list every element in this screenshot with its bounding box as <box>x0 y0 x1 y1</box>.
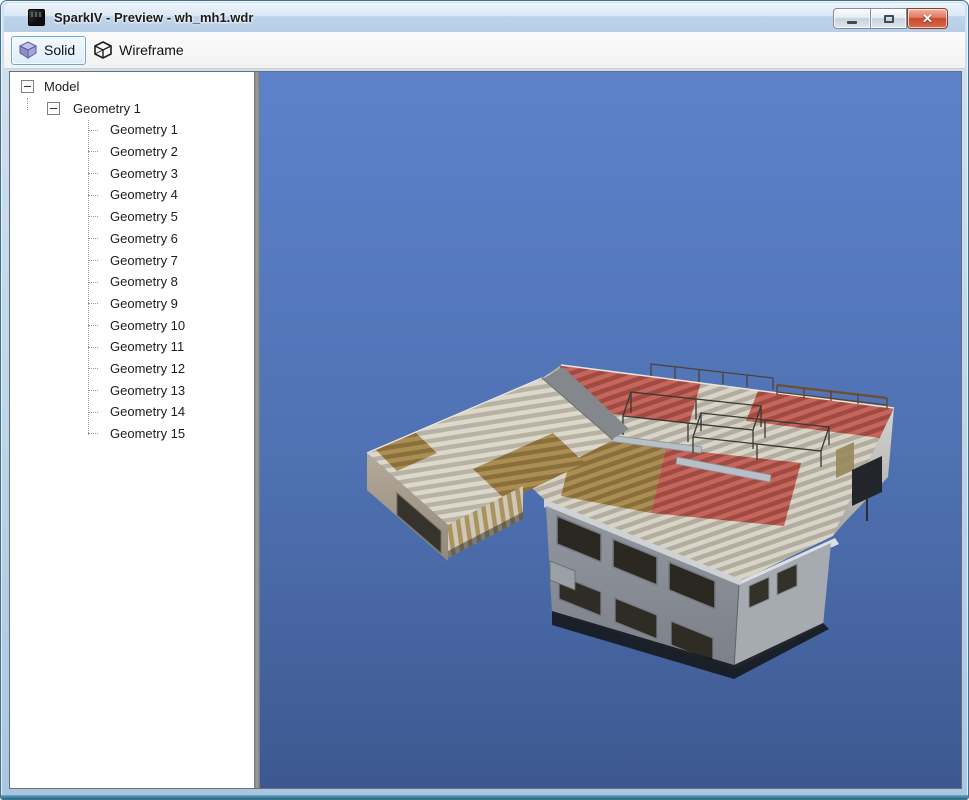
tree-item-geometry-12[interactable]: Geometry 12 <box>10 358 254 380</box>
window-controls: ✕ <box>833 8 948 29</box>
tree-item-label: Geometry 1 <box>110 119 178 141</box>
tree-item-label: Geometry 7 <box>110 250 178 272</box>
tree-item-label: Geometry 3 <box>110 163 178 185</box>
app-icon <box>28 9 45 26</box>
solid-cube-icon <box>18 40 38 60</box>
app-window: SparkIV - Preview - wh_mh1.wdr ✕ Solid <box>0 0 969 800</box>
model-tree-panel[interactable]: Model Geometry 1 Geometry 1Geometry 2Geo… <box>10 72 254 788</box>
solid-view-button[interactable]: Solid <box>11 36 86 65</box>
tree-connector <box>88 195 98 196</box>
tree-item-geometry-14[interactable]: Geometry 14 <box>10 401 254 423</box>
main-content: Model Geometry 1 Geometry 1Geometry 2Geo… <box>9 71 962 789</box>
tree-item-label: Geometry 11 <box>110 336 184 358</box>
tree-item-label: Geometry 8 <box>110 271 178 293</box>
tree-item-label: Geometry 14 <box>110 401 185 423</box>
tree-connector <box>88 260 98 261</box>
tree-item-geometry-11[interactable]: Geometry 11 <box>10 336 254 358</box>
tree-item-label: Geometry 6 <box>110 228 178 250</box>
tree-connector <box>88 282 98 283</box>
tree-connector <box>88 325 98 326</box>
tree-connector <box>88 412 98 413</box>
tree-item-geometry-4[interactable]: Geometry 4 <box>10 184 254 206</box>
solid-view-label: Solid <box>44 42 75 58</box>
tree-item-geometry-10[interactable]: Geometry 10 <box>10 315 254 337</box>
tree-item-label: Geometry 13 <box>110 380 185 402</box>
tree-item-label: Geometry 9 <box>110 293 178 315</box>
tree-item-geometry-2[interactable]: Geometry 2 <box>10 141 254 163</box>
tree-item-label: Geometry 5 <box>110 206 178 228</box>
tree-connector <box>88 303 98 304</box>
window-title: SparkIV - Preview - wh_mh1.wdr <box>54 10 253 25</box>
tree-connector <box>88 151 98 152</box>
wireframe-view-label: Wireframe <box>119 42 184 58</box>
tree-item-geometry-7[interactable]: Geometry 7 <box>10 250 254 272</box>
minimize-button[interactable] <box>833 8 870 29</box>
tree-item-geometry-3[interactable]: Geometry 3 <box>10 163 254 185</box>
tree-item-geometry-9[interactable]: Geometry 9 <box>10 293 254 315</box>
collapse-expander-icon[interactable] <box>21 80 34 93</box>
close-button[interactable]: ✕ <box>907 8 948 29</box>
tree-item-label: Geometry 10 <box>110 315 185 337</box>
wireframe-view-button[interactable]: Wireframe <box>86 36 195 65</box>
tree-connector <box>88 433 98 434</box>
minimize-icon <box>847 21 857 24</box>
preview-viewport-3d[interactable] <box>260 72 961 788</box>
maximize-button[interactable] <box>870 8 907 29</box>
tree-item-geometry-1-parent[interactable]: Geometry 1 <box>10 98 254 120</box>
tree-connector <box>88 390 98 391</box>
tree-item-geometry-6[interactable]: Geometry 6 <box>10 228 254 250</box>
tree-item-label: Geometry 4 <box>110 184 178 206</box>
close-icon: ✕ <box>922 12 933 25</box>
tree-item-geometry-1[interactable]: Geometry 1 <box>10 119 254 141</box>
warehouse-model <box>260 72 961 788</box>
tree-item-label: Geometry 12 <box>110 358 185 380</box>
tree-children-group: Geometry 1Geometry 2Geometry 3Geometry 4… <box>10 119 254 444</box>
title-bar[interactable]: SparkIV - Preview - wh_mh1.wdr ✕ <box>4 3 965 32</box>
maximize-icon <box>884 15 894 23</box>
tree-connector <box>88 216 98 217</box>
tree-connector <box>88 347 98 348</box>
tree-connector <box>88 238 98 239</box>
tree-item-geometry-15[interactable]: Geometry 15 <box>10 423 254 445</box>
tree-item-geometry-5[interactable]: Geometry 5 <box>10 206 254 228</box>
wireframe-cube-icon <box>93 40 113 60</box>
tree-connector <box>88 130 98 131</box>
tree-connector-line <box>88 120 89 435</box>
tree-item-label: Geometry 1 <box>73 98 141 120</box>
view-mode-toolbar: Solid Wireframe <box>4 32 965 69</box>
tree-item-geometry-13[interactable]: Geometry 13 <box>10 380 254 402</box>
tree-item-label: Geometry 15 <box>110 423 185 445</box>
tree-connector <box>88 173 98 174</box>
tree-item-label: Model <box>44 76 79 98</box>
tree-connector <box>88 368 98 369</box>
tree-connector-line <box>27 98 28 110</box>
tree-item-geometry-8[interactable]: Geometry 8 <box>10 271 254 293</box>
tree-item-label: Geometry 2 <box>110 141 178 163</box>
tree-item-model[interactable]: Model <box>10 76 254 98</box>
collapse-expander-icon[interactable] <box>47 102 60 115</box>
